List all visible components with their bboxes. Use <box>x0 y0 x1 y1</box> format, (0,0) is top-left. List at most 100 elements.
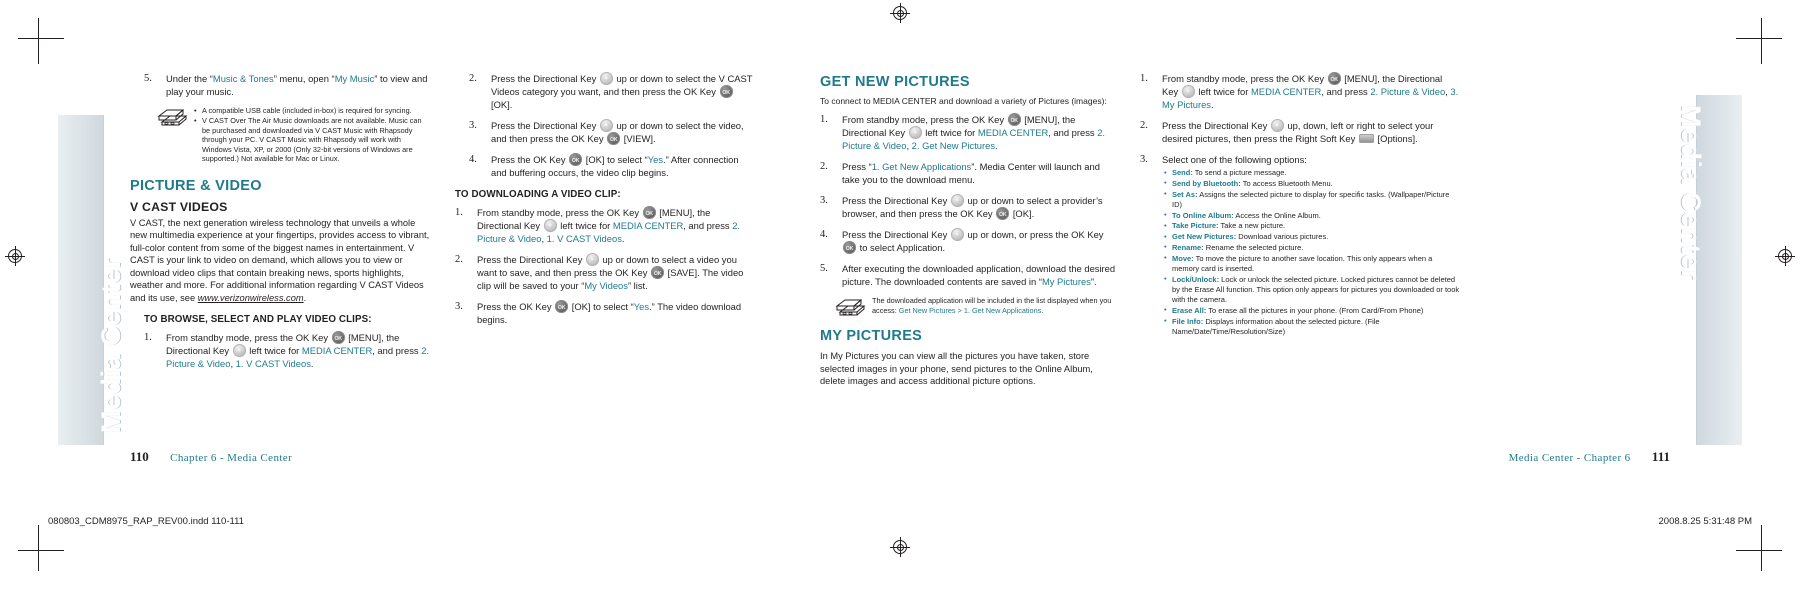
option-label: Rename: <box>1172 242 1204 252</box>
right-soft-key-icon <box>1358 134 1374 143</box>
list-item-option[interactable]: Send: To send a picture message. <box>1164 167 1460 178</box>
ok-key-icon <box>642 206 656 221</box>
step-text-part: , and press <box>1048 127 1098 138</box>
step-text-part: Press the Directional Key <box>491 120 599 131</box>
option-description: Displays information about the selected … <box>1172 316 1380 336</box>
section-heading-get-new-pictures: GET NEW PICTURES <box>820 74 970 90</box>
step-text-part: Press the Directional Key <box>842 195 950 206</box>
step-number: 1. <box>455 207 463 218</box>
list-item-option[interactable]: File Info: Displays information about th… <box>1164 316 1460 337</box>
list-item: 1. From standby mode, press the OK Key [… <box>1140 72 1460 111</box>
my-pictures-steps: 1. From standby mode, press the OK Key [… <box>1140 72 1460 166</box>
step-text-part: left twice for <box>557 220 613 231</box>
link-verizonwireless-url[interactable]: www.verizonwireless.com <box>198 293 304 303</box>
link-music-and-tones[interactable]: Music & Tones <box>213 73 274 84</box>
list-item: 5. After executing the downloaded applic… <box>820 262 1120 288</box>
procedure-heading-download-video: TO DOWNLOADING A VIDEO CLIP: <box>455 189 621 200</box>
option-description: To erase all the pictures in your phone.… <box>1206 305 1424 315</box>
list-item-option[interactable]: Move: To move the picture to another sav… <box>1164 253 1460 274</box>
option-label: Set As: <box>1172 189 1198 199</box>
list-item-option[interactable]: Rename: Rename the selected picture. <box>1164 242 1460 253</box>
step-text-part: [VIEW]. <box>621 133 656 144</box>
option-label: Send: <box>1172 168 1193 177</box>
link-yes[interactable]: Yes <box>648 154 663 165</box>
step-number: 3. <box>469 120 477 131</box>
step-number: 1. <box>820 114 828 125</box>
list-item: 3. Press the Directional Key up or down … <box>469 119 755 147</box>
option-description: To move the picture to another save loca… <box>1172 253 1433 273</box>
step-text-part: From standby mode, press the OK Key <box>842 114 1007 125</box>
step-text-part: Under the “ <box>166 73 213 84</box>
list-item-option[interactable]: Erase All: To erase all the pictures in … <box>1164 305 1460 316</box>
list-item: 2. Press the Directional Key up or down … <box>455 253 755 292</box>
list-item-option[interactable]: Take Picture: Take a new picture. <box>1164 221 1460 231</box>
step-number: 3. <box>1140 154 1148 165</box>
lead-paragraph-get-new-pictures: To connect to MEDIA CENTER and download … <box>820 96 1107 106</box>
step-number: 5. <box>820 263 828 274</box>
list-item: 2. Press the Directional Key up or down … <box>469 72 755 111</box>
list-item-option[interactable]: Send by Bluetooth: To access Bluetooth M… <box>1164 178 1460 189</box>
section-heading-my-pictures: MY PICTURES <box>820 328 923 345</box>
step-text-part: left twice for <box>246 344 302 356</box>
list-item: 5. Under the “Music & Tones” menu, open … <box>144 72 430 98</box>
ok-key-icon <box>651 266 665 281</box>
note-bullet-list: A compatible USB cable (included in-box)… <box>194 106 430 164</box>
step-text-part: From standby mode, press the OK Key <box>166 331 331 343</box>
link-my-music[interactable]: My Music <box>335 73 375 84</box>
crop-mark-top-right-h <box>1736 38 1782 39</box>
option-label: Take Picture: <box>1172 221 1219 231</box>
list-item: 3. Press the OK Key [OK] to select “Yes.… <box>455 300 755 326</box>
step-text: Press the OK Key [OK] to select “Yes.” A… <box>491 153 739 178</box>
directional-key-icon <box>232 343 246 357</box>
list-item-option[interactable]: Set As: Assigns the selected picture to … <box>1164 189 1460 210</box>
link-yes[interactable]: Yes <box>634 301 649 312</box>
crop-mark-top-left-v <box>38 18 39 64</box>
link-v-cast-videos[interactable]: 1. V CAST Videos <box>236 358 311 369</box>
option-description: Take a new picture. <box>1218 221 1286 231</box>
option-description: To access Bluetooth Menu. <box>1240 178 1333 188</box>
step-text: Press the Directional Key up, down, left… <box>1162 119 1433 144</box>
running-head-left: Chapter 6 - Media Center <box>170 452 293 464</box>
link-picture-video[interactable]: 2. Picture & Video <box>1370 86 1445 97</box>
step-text-part: left twice for <box>1195 86 1251 97</box>
body-paragraph-my-pictures: In My Pictures you can view all the pict… <box>820 351 1093 386</box>
step-text-part: [OK] to select “ <box>583 154 648 165</box>
step-text-part: up or down, or press the OK Key <box>964 229 1104 240</box>
step-number: 1. <box>1140 73 1148 84</box>
option-label: Erase All: <box>1172 305 1207 315</box>
link-get-new-pictures[interactable]: 2. Get New Pictures <box>912 140 995 151</box>
list-item-option[interactable]: Lock/Unlock: Lock or unlock the selected… <box>1164 274 1460 306</box>
page-spread: Media Center Media Center 5. Under the “… <box>0 0 1800 589</box>
step-text: Press the Directional Key up or down to … <box>477 253 743 291</box>
note-text-part: . <box>1041 305 1044 315</box>
directional-key-icon <box>599 119 613 132</box>
option-description: To send a picture message. <box>1192 168 1287 177</box>
step-number: 2. <box>820 161 828 172</box>
link-media-center[interactable]: MEDIA CENTER <box>978 127 1048 138</box>
step-text-part: to select Application. <box>857 242 946 253</box>
section-heading-picture-video: PICTURE & VIDEO <box>130 178 262 195</box>
note-block-usb: A compatible USB cable (included in-box)… <box>156 106 430 164</box>
link-get-new-applications[interactable]: 1. Get New Applications <box>872 161 972 172</box>
link-media-center[interactable]: MEDIA CENTER <box>613 220 683 231</box>
registration-mark-left <box>5 246 25 266</box>
chapter-tab-left-label: Media Center <box>96 257 126 433</box>
link-media-center[interactable]: MEDIA CENTER <box>302 345 372 356</box>
list-item-option[interactable]: Get New Pictures: Download various pictu… <box>1164 232 1460 242</box>
option-description: Access the Online Album. <box>1233 210 1321 220</box>
body-text-part: . <box>303 292 307 303</box>
link-my-pictures[interactable]: My Pictures <box>1042 276 1091 287</box>
step-number: 4. <box>469 154 477 165</box>
column-4: 1. From standby mode, press the OK Key [… <box>1140 72 1460 338</box>
link-get-new-pictures-path[interactable]: Get New Pictures > 1. Get New Applicatio… <box>899 306 1042 315</box>
list-item-option[interactable]: To Online Album: Access the Online Album… <box>1164 210 1460 221</box>
link-media-center[interactable]: MEDIA CENTER <box>1251 86 1321 97</box>
step-number: 1. <box>144 331 152 343</box>
note-icon <box>156 107 190 127</box>
step-text: Under the “Music & Tones” menu, open “My… <box>166 73 427 97</box>
option-label: Move: <box>1172 253 1194 263</box>
crop-mark-bottom-left-h <box>18 550 64 551</box>
option-description: Download various pictures. <box>1236 232 1329 242</box>
link-v-cast-videos[interactable]: 1. V CAST Videos <box>547 233 622 244</box>
link-my-videos[interactable]: My Videos <box>584 280 628 291</box>
